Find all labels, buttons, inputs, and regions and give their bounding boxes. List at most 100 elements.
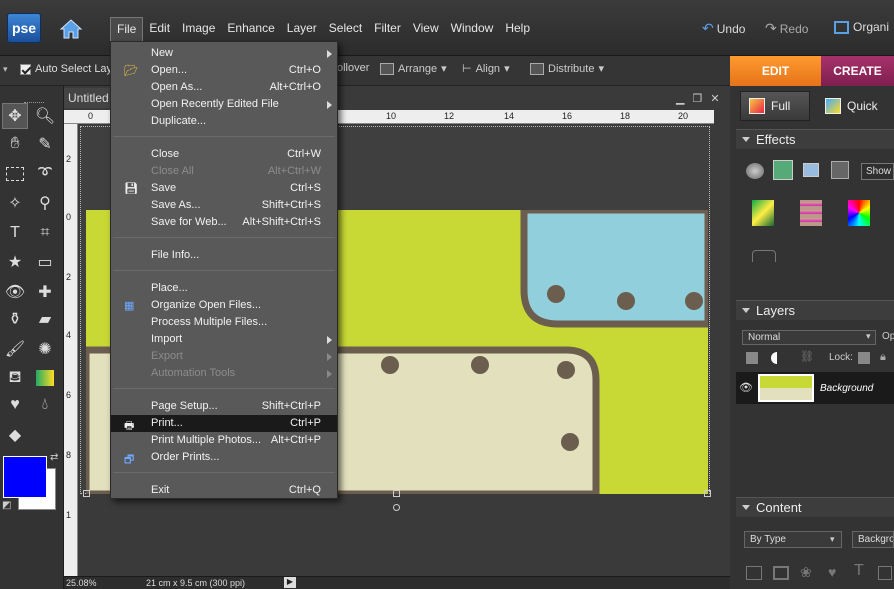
menu-file[interactable]: File bbox=[110, 17, 144, 41]
effects-show-dropdown[interactable]: Show bbox=[861, 163, 894, 180]
transform-handle[interactable] bbox=[83, 490, 90, 497]
content-category-dropdown[interactable]: Backgrou bbox=[852, 531, 894, 548]
menu-view[interactable]: View bbox=[407, 17, 445, 41]
brush-tool-icon[interactable]: 🖌︎ bbox=[2, 336, 28, 362]
straighten-tool-icon[interactable]: ▭ bbox=[32, 249, 58, 275]
content-backgrounds-icon[interactable] bbox=[746, 566, 762, 580]
content-shapes-icon[interactable]: ♥ bbox=[828, 564, 836, 580]
arrange-button[interactable]: Arrange ▾ bbox=[380, 62, 447, 75]
distribute-button[interactable]: Distribute ▾ bbox=[530, 62, 604, 75]
transform-handle[interactable] bbox=[393, 490, 400, 497]
file-menu-item-save-as[interactable]: Save As... Shift+Ctrl+S bbox=[111, 197, 337, 214]
all-effects-icon[interactable] bbox=[831, 161, 849, 179]
layer-styles-icon[interactable] bbox=[773, 160, 793, 180]
default-colors-icon[interactable]: ◩ bbox=[2, 500, 11, 511]
file-menu-item-duplicate[interactable]: Duplicate... bbox=[111, 113, 337, 130]
auto-select-checkbox[interactable] bbox=[20, 63, 31, 75]
undo-button[interactable]: ↶ Undo bbox=[702, 20, 745, 37]
layer-row-background[interactable]: Background bbox=[736, 372, 894, 404]
filters-icon[interactable] bbox=[746, 163, 764, 179]
magic-wand-tool-icon[interactable]: ✧ bbox=[2, 190, 28, 216]
effects-panel-header[interactable]: Effects bbox=[736, 129, 894, 149]
layer-visibility-eye-icon[interactable]: 👁︎ bbox=[739, 381, 753, 394]
menu-enhance[interactable]: Enhance bbox=[221, 17, 280, 41]
file-menu-item-new[interactable]: New bbox=[111, 45, 337, 62]
restore-icon[interactable]: ❐ bbox=[692, 92, 702, 105]
file-menu-item-import[interactable]: Import bbox=[111, 331, 337, 348]
clone-stamp-tool-icon[interactable]: ⚱ bbox=[2, 306, 28, 332]
close-icon[interactable]: ✕ bbox=[710, 92, 719, 105]
tab-edit[interactable]: EDIT bbox=[730, 56, 821, 86]
effect-thumbnail[interactable] bbox=[752, 250, 776, 262]
gradient-tool-icon[interactable] bbox=[32, 365, 58, 391]
blend-mode-dropdown[interactable]: Normal bbox=[742, 330, 876, 345]
file-menu-item-save[interactable]: 💾︎ Save Ctrl+S bbox=[111, 180, 337, 197]
eraser-tool-icon[interactable]: ▰ bbox=[32, 306, 58, 332]
effect-thumbnail[interactable] bbox=[752, 200, 774, 226]
sponge-tool-icon[interactable]: ◆ bbox=[2, 422, 28, 448]
hand-tool-icon[interactable]: ✋︎ bbox=[2, 131, 28, 157]
photo-effects-icon[interactable] bbox=[803, 163, 819, 177]
content-frames-icon[interactable] bbox=[773, 566, 789, 580]
menu-filter[interactable]: Filter bbox=[368, 17, 407, 41]
smart-brush-tool-icon[interactable]: ✺ bbox=[32, 336, 58, 362]
home-button[interactable] bbox=[56, 14, 86, 44]
align-button[interactable]: ⊢ Align ▾ bbox=[462, 62, 510, 76]
zoom-level[interactable]: 25.08% bbox=[66, 578, 97, 588]
menu-select[interactable]: Select bbox=[323, 17, 368, 41]
file-menu-item-place[interactable]: Place... bbox=[111, 280, 337, 297]
lock-transparency-icon[interactable] bbox=[858, 352, 870, 364]
rotate-handle[interactable] bbox=[393, 504, 400, 511]
quick-fix-button[interactable]: Quick bbox=[817, 91, 894, 121]
full-edit-button[interactable]: Full bbox=[740, 91, 810, 121]
swap-colors-icon[interactable]: ⇄ bbox=[50, 452, 58, 463]
file-menu-item-page-setup[interactable]: Page Setup... Shift+Ctrl+P bbox=[111, 398, 337, 415]
organizer-button[interactable]: Organi bbox=[834, 20, 889, 34]
file-menu-item-order-prints[interactable]: 🗗 Order Prints... bbox=[111, 449, 337, 466]
menu-edit[interactable]: Edit bbox=[143, 17, 176, 41]
layers-panel-header[interactable]: Layers bbox=[736, 300, 894, 320]
effect-thumbnail[interactable] bbox=[800, 200, 822, 226]
file-menu-item-open[interactable]: 📂︎ Open... Ctrl+O bbox=[111, 62, 337, 79]
eyedropper-tool-icon[interactable]: ✎ bbox=[32, 131, 58, 157]
link-layers-icon[interactable]: ⛓ bbox=[800, 350, 814, 363]
file-menu-item-organize-open-files[interactable]: ▦ Organize Open Files... bbox=[111, 297, 337, 314]
paint-bucket-tool-icon[interactable]: ⛾ bbox=[2, 365, 28, 391]
content-themes-icon[interactable] bbox=[878, 566, 892, 580]
file-menu-item-process-multiple-files[interactable]: Process Multiple Files... bbox=[111, 314, 337, 331]
red-eye-tool-icon[interactable]: 👁︎ bbox=[2, 279, 28, 305]
type-tool-icon[interactable]: T bbox=[2, 220, 28, 246]
lock-all-icon[interactable]: 🔒︎ bbox=[880, 351, 886, 364]
tab-create[interactable]: CREATE bbox=[821, 56, 894, 86]
move-tool-icon[interactable]: ✥ bbox=[2, 103, 28, 129]
menu-window[interactable]: Window bbox=[445, 17, 500, 41]
file-menu-item-open-as[interactable]: Open As... Alt+Ctrl+O bbox=[111, 79, 337, 96]
redo-button[interactable]: ↷ Redo bbox=[765, 20, 808, 37]
content-text-icon[interactable]: T bbox=[854, 562, 864, 580]
file-menu-item-close[interactable]: Close Ctrl+W bbox=[111, 146, 337, 163]
file-menu-item-exit[interactable]: Exit Ctrl+Q bbox=[111, 482, 337, 499]
custom-shape-tool-icon[interactable]: ♥ bbox=[2, 392, 28, 418]
status-menu-arrow-icon[interactable]: ▶ bbox=[284, 577, 296, 588]
foreground-color-swatch[interactable] bbox=[3, 456, 47, 498]
zoom-tool-icon[interactable]: 🔍︎ bbox=[32, 103, 58, 129]
content-by-type-dropdown[interactable]: By Type bbox=[744, 531, 842, 548]
file-menu-item-print[interactable]: 🖶 Print... Ctrl+P bbox=[111, 415, 337, 432]
transform-handle[interactable] bbox=[704, 490, 711, 497]
menu-help[interactable]: Help bbox=[499, 17, 536, 41]
lasso-tool-icon[interactable]: ➰︎ bbox=[32, 161, 58, 187]
auto-select-layer-option[interactable]: Auto Select Layer bbox=[20, 63, 122, 75]
file-menu-item-open-recently-edited-file[interactable]: Open Recently Edited File bbox=[111, 96, 337, 113]
marquee-tool-icon[interactable] bbox=[2, 161, 28, 187]
crop-tool-icon[interactable]: ⌗ bbox=[32, 220, 58, 246]
menu-layer[interactable]: Layer bbox=[281, 17, 323, 41]
quick-selection-tool-icon[interactable]: ⚲ bbox=[32, 190, 58, 216]
new-layer-icon[interactable] bbox=[746, 352, 758, 364]
file-menu-item-print-multiple-photos[interactable]: Print Multiple Photos... Alt+Ctrl+P bbox=[111, 432, 337, 449]
effect-thumbnail[interactable] bbox=[848, 200, 870, 226]
content-panel-header[interactable]: Content bbox=[736, 497, 894, 517]
menu-image[interactable]: Image bbox=[176, 17, 221, 41]
minimize-icon[interactable]: ▁ bbox=[676, 92, 684, 105]
cookie-cutter-tool-icon[interactable]: ★ bbox=[2, 249, 28, 275]
file-menu-item-save-for-web[interactable]: Save for Web... Alt+Shift+Ctrl+S bbox=[111, 214, 337, 231]
